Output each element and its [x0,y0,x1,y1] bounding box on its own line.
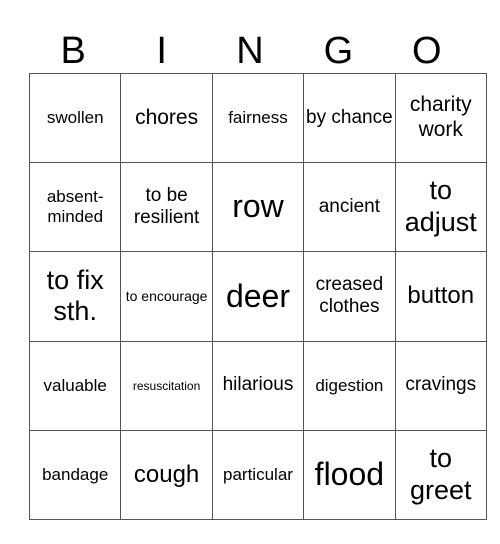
grid-row: swollen chores fairness by chance charit… [28,72,487,164]
bingo-cell[interactable]: chores [120,72,213,164]
bingo-cell[interactable]: to encourage [120,251,213,342]
bingo-cell[interactable]: swollen [28,72,122,164]
header-letter-i: I [156,30,167,72]
bingo-cell[interactable]: flood [303,429,396,520]
bingo-cell[interactable]: cravings [394,340,487,431]
bingo-grid: swollen chores fairness by chance charit… [28,72,487,520]
grid-row: absent-minded to be resilient row ancien… [28,162,487,253]
bingo-cell[interactable]: resuscitation [120,340,213,431]
bingo-cell[interactable]: digestion [303,340,396,431]
bingo-cell[interactable]: creased clothes [303,251,396,342]
bingo-header: B I N G O [29,30,471,72]
bingo-cell[interactable]: charity work [394,72,487,164]
bingo-cell[interactable]: absent-minded [28,162,122,253]
grid-row: to fix sth. to encourage deer creased cl… [28,251,487,342]
bingo-cell[interactable]: fairness [211,72,305,164]
bingo-cell[interactable]: deer [211,251,305,342]
grid-row: bandage cough particular flood to greet [28,429,487,520]
header-letter-n: N [236,30,264,72]
bingo-cell[interactable]: to fix sth. [28,251,122,342]
bingo-cell[interactable]: row [211,162,305,253]
bingo-cell[interactable]: cough [120,429,213,520]
bingo-cell[interactable]: to greet [394,429,487,520]
bingo-cell[interactable]: to adjust [394,162,487,253]
header-letter-g: G [323,30,354,72]
grid-row: valuable resuscitation hilarious digesti… [28,340,487,431]
bingo-cell[interactable]: by chance [303,72,396,164]
bingo-cell[interactable]: ancient [303,162,396,253]
bingo-cell[interactable]: to be resilient [120,162,213,253]
header-letter-o: O [412,30,442,72]
header-letter-b: B [60,30,86,72]
bingo-cell[interactable]: valuable [28,340,122,431]
bingo-cell[interactable]: particular [211,429,305,520]
bingo-cell[interactable]: button [394,251,487,342]
bingo-cell[interactable]: hilarious [211,340,305,431]
bingo-cell[interactable]: bandage [28,429,122,520]
